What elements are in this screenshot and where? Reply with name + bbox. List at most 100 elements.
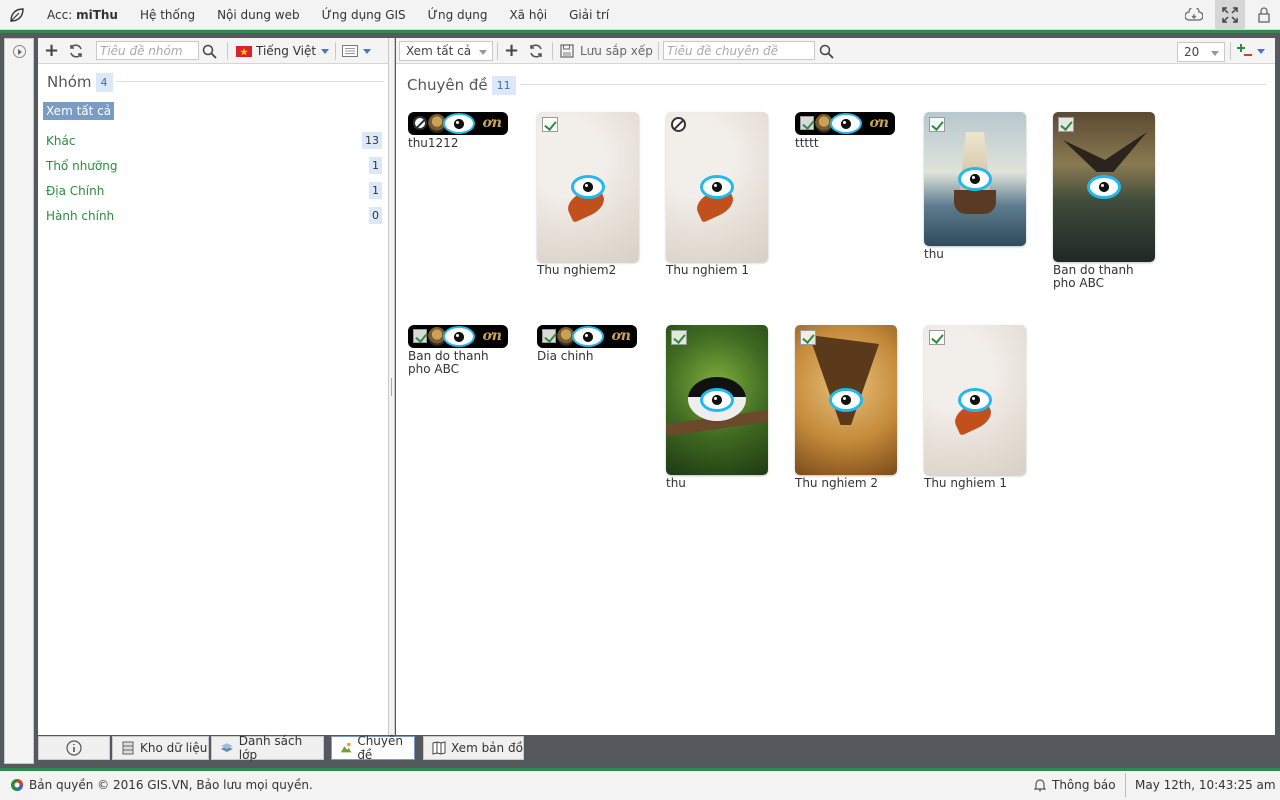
tab-chuyen-de[interactable]: Chuyên đề [331,734,415,762]
add-remove-menu[interactable] [1236,41,1265,61]
panel-splitter[interactable] [389,38,395,735]
checked-icon[interactable] [413,329,427,343]
topic-title[interactable]: Thu nghiem 1 [666,264,768,277]
topic-card[interactable]: ơn Dia chinh [537,325,639,363]
leaf-logo-icon[interactable] [8,6,26,24]
topic-thumbnail[interactable] [924,112,1026,246]
topic-card[interactable]: thu [924,112,1026,261]
menu-xa-hoi[interactable]: Xã hội [498,8,558,22]
topic-card[interactable]: ơn Ban do thanh pho ABC [408,325,510,376]
search-icon[interactable] [202,41,217,61]
account-label[interactable]: Acc: miThu [36,8,129,22]
checked-icon[interactable] [929,330,945,345]
topic-card[interactable]: ơn thu1212 [408,112,510,150]
menu-noi-dung-web[interactable]: Nội dung web [206,8,311,22]
collapsed-left-panel[interactable] [4,38,34,764]
topic-title[interactable]: thu [666,477,768,490]
save-order-button[interactable]: Lưu sắp xếp [560,41,653,61]
refresh-icon[interactable] [68,41,84,61]
eye-icon[interactable] [574,178,602,196]
group-item-label[interactable]: Địa Chính [46,184,104,198]
topic-thumbnail[interactable] [924,325,1026,475]
tab-danh-sach-lop[interactable]: Danh sách lớp [211,734,324,762]
topic-title[interactable]: Thu nghiem 2 [795,477,897,490]
checked-icon[interactable] [671,330,687,345]
lock-icon[interactable] [1252,3,1276,27]
topic-thumbnail[interactable] [537,112,639,262]
topic-card[interactable]: Thu nghiem2 [537,112,639,277]
group-item[interactable]: Hành chính 0 [46,207,382,227]
topic-search-input[interactable] [663,41,815,60]
topic-title[interactable]: thu [924,248,1026,261]
cloud-sync-icon[interactable] [1182,3,1206,27]
group-item-label[interactable]: Thổ nhưỡng [46,159,117,173]
eye-icon[interactable] [961,391,989,409]
topic-banner-thumb[interactable]: ơn [408,112,508,135]
group-search-input[interactable] [96,41,199,60]
fullscreen-icon[interactable] [1215,0,1245,30]
topic-thumbnail[interactable] [1053,112,1155,262]
topic-banner-thumb[interactable]: ơn [795,112,895,135]
topic-card[interactable]: Thu nghiem 1 [924,325,1026,490]
eye-icon[interactable] [832,391,860,409]
topic-thumbnail[interactable] [666,112,768,262]
topic-title[interactable]: Ban do thanh pho ABC [1053,264,1155,290]
menu-he-thong[interactable]: Hệ thống [129,8,206,22]
tab-info[interactable] [38,736,110,760]
group-item-count: 0 [369,207,382,224]
topic-thumbnail[interactable] [666,325,768,475]
topic-title[interactable]: ttttt [795,137,897,150]
topic-title[interactable]: Thu nghiem2 [537,264,639,277]
group-item[interactable]: Khác 13 [46,132,382,152]
group-item[interactable]: Thổ nhưỡng 1 [46,157,382,177]
page-size-select[interactable]: 20 [1177,42,1225,62]
checked-icon[interactable] [929,117,945,132]
eye-icon[interactable] [574,328,602,345]
group-item-label[interactable]: Khác [46,134,75,148]
tab-kho-du-lieu[interactable]: Kho dữ liệu [112,736,209,760]
eye-icon[interactable] [445,115,473,132]
topic-card[interactable]: Thu nghiem 2 [795,325,897,490]
topic-title[interactable]: Dia chinh [537,350,639,363]
topic-title[interactable]: thu1212 [408,137,510,150]
topic-card[interactable]: Thu nghiem 1 [666,112,768,277]
group-item[interactable]: Địa Chính 1 [46,182,382,202]
group-item-label[interactable]: Hành chính [46,209,114,223]
eye-icon[interactable] [832,115,860,132]
eye-icon[interactable] [961,170,989,188]
view-all-groups-button[interactable]: Xem tất cả [43,102,115,120]
view-mode-select[interactable] [342,41,371,61]
refresh-icon[interactable] [528,41,544,61]
topic-title[interactable]: Thu nghiem 1 [924,477,1026,490]
menu-ung-dung[interactable]: Ứng dụng [417,8,499,22]
checked-icon[interactable] [1058,117,1074,132]
menu-giai-tri[interactable]: Giải trí [558,8,620,22]
eye-icon[interactable] [703,178,731,196]
topic-title[interactable]: Ban do thanh pho ABC [408,350,510,376]
map-view-icon [432,741,446,755]
topic-filter-select[interactable]: Xem tất cả [399,41,493,61]
eye-icon[interactable] [703,391,731,409]
checked-icon[interactable] [542,329,556,343]
topic-card[interactable]: Ban do thanh pho ABC [1053,112,1155,290]
add-group-icon[interactable]: + [44,41,59,61]
topic-thumbnail[interactable] [795,325,897,475]
checked-icon[interactable] [542,117,558,132]
disabled-icon[interactable] [413,116,427,130]
notifications-button[interactable]: Thông báo [1034,778,1116,792]
search-icon[interactable] [819,41,834,61]
expand-panel-icon[interactable] [13,45,26,58]
topic-banner-thumb[interactable]: ơn [537,325,637,348]
eye-icon[interactable] [445,328,473,345]
topic-card[interactable]: ơn ttttt [795,112,897,150]
topic-card[interactable]: thu [666,325,768,490]
checked-icon[interactable] [800,116,814,130]
menu-ung-dung-gis[interactable]: Ứng dụng GIS [311,8,417,22]
checked-icon[interactable] [800,330,816,345]
tab-xem-ban-do[interactable]: Xem bản đồ [423,736,524,760]
disabled-icon[interactable] [671,117,686,132]
add-topic-icon[interactable]: + [504,41,519,61]
topic-banner-thumb[interactable]: ơn [408,325,508,348]
eye-icon[interactable] [1090,178,1118,196]
language-select[interactable]: Tiếng Việt [236,41,330,61]
